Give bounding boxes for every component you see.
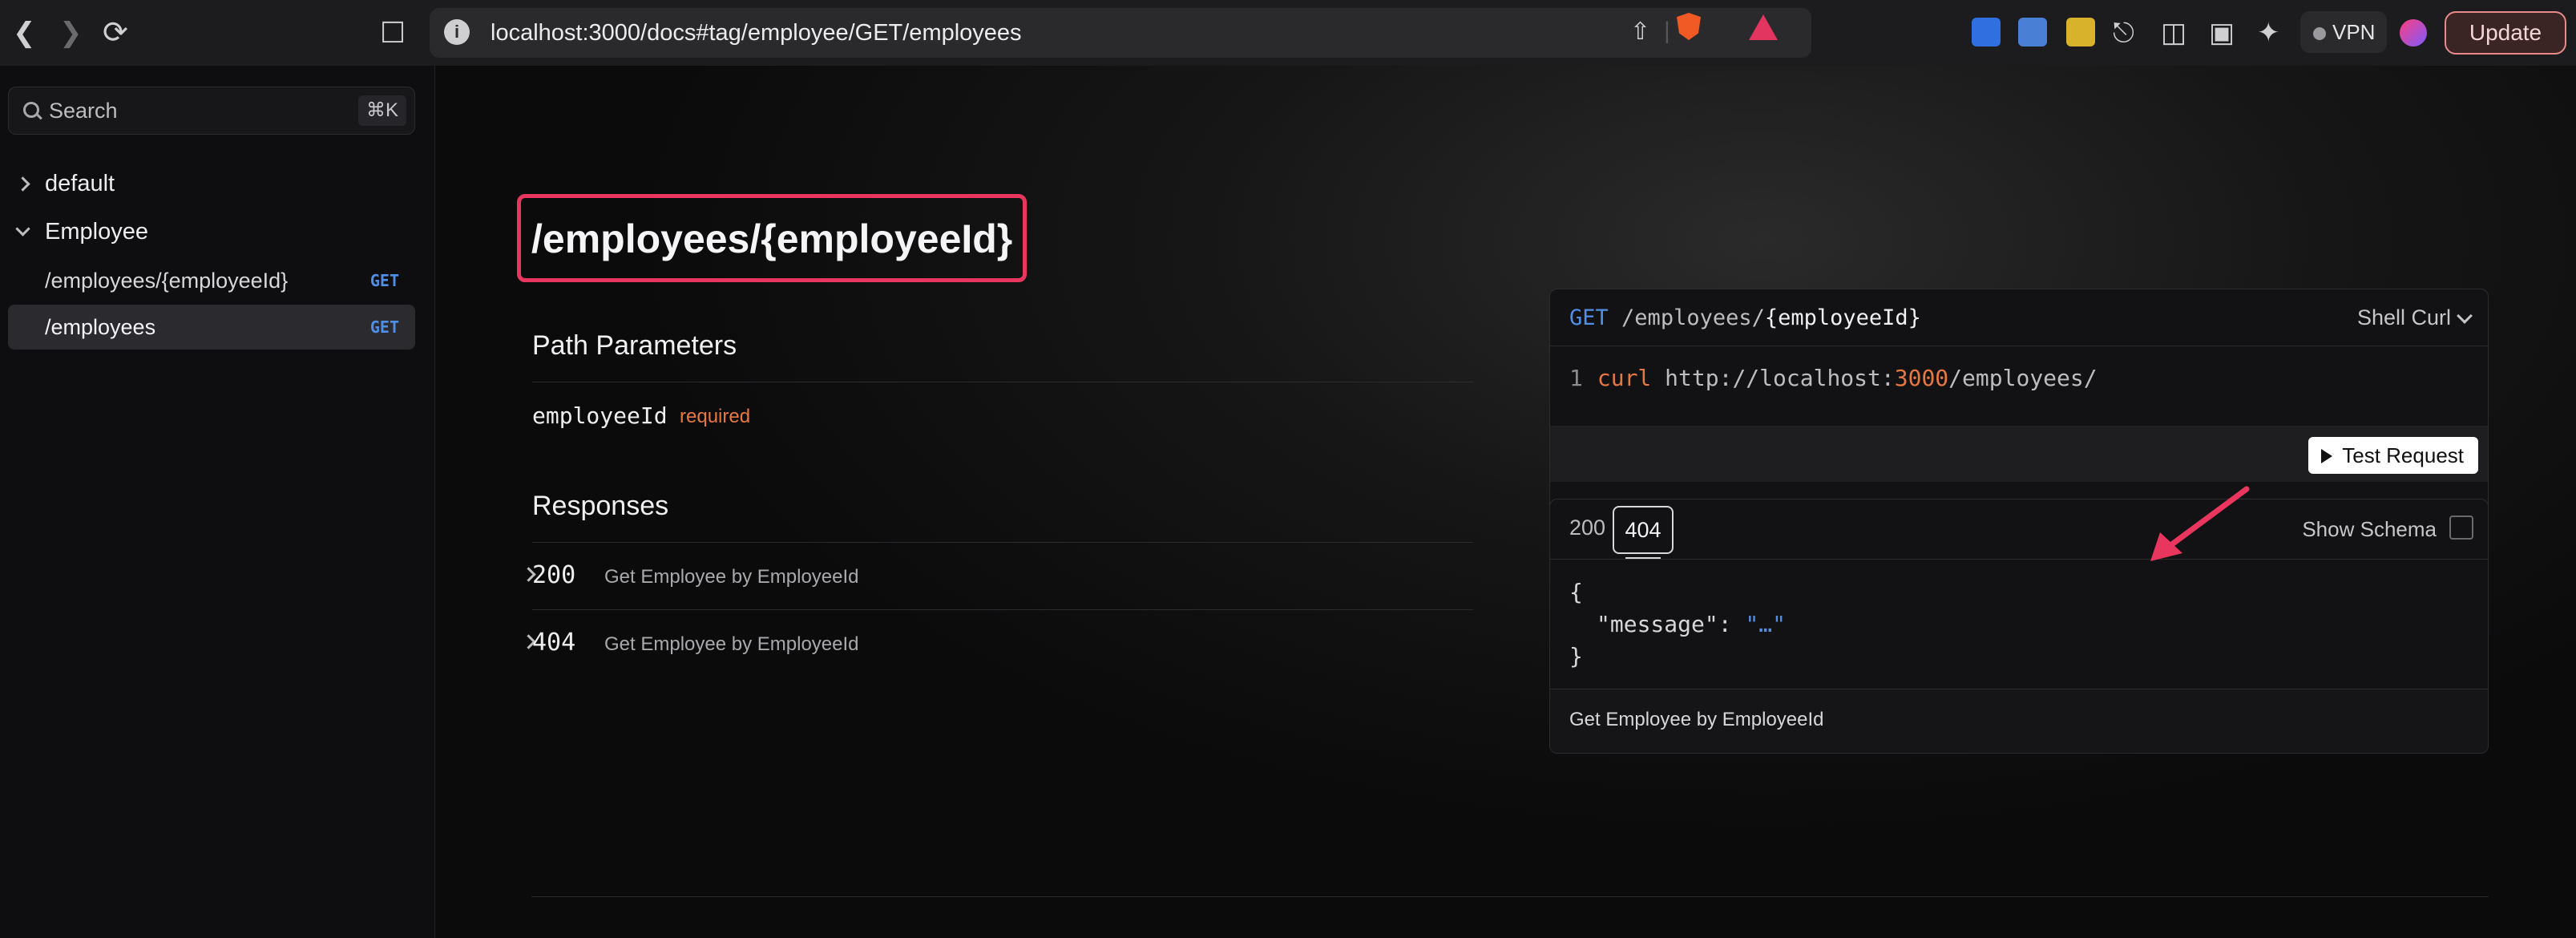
response-description: Get Employee by EmployeeId [604, 566, 859, 588]
sidebar-item-label: /employees [45, 315, 156, 339]
request-method: GET [1569, 305, 1609, 330]
sidebar-group-default[interactable]: default [0, 162, 434, 205]
back-icon[interactable]: ❮ [13, 0, 36, 66]
play-icon [2321, 449, 2333, 463]
sidebar-group-label: Employee [45, 219, 148, 245]
address-divider: | [1664, 18, 1670, 44]
translate-icon[interactable] [2018, 18, 2047, 46]
request-path: GET /employees/{employeeId} [1569, 305, 1921, 330]
code-port: 3000 [1894, 365, 1949, 391]
chevron-down-icon [2457, 308, 2473, 324]
tab-404[interactable]: 404 [1613, 506, 1674, 559]
browser-toolbar: ❮ ❯ ⟳ ☐ i localhost:3000/docs#tag/employ… [0, 0, 2576, 67]
request-card-header: GET /employees/{employeeId} Shell Curl [1550, 289, 2488, 346]
sidebar-item-employees[interactable]: /employees GET [8, 305, 415, 350]
address-bar[interactable]: i localhost:3000/docs#tag/employee/GET/e… [430, 8, 1811, 58]
json-value: "…" [1745, 611, 1787, 637]
divider [531, 896, 2489, 897]
vpn-button[interactable]: VPN [2300, 11, 2387, 53]
extension-icon-1[interactable] [1972, 18, 2001, 46]
page-title: /employees/{employeeId} [531, 216, 1013, 261]
sidebar-item-label: /employees/{employeeId} [45, 269, 289, 293]
reload-icon[interactable]: ⟳ [103, 0, 128, 66]
vpn-status-dot [2313, 27, 2326, 41]
sidebar: Search ⌘K default Employee /employees/{e… [0, 66, 435, 938]
test-request-label: Test Request [2342, 443, 2464, 467]
json-key: "message": [1597, 611, 1746, 637]
method-badge: GET [369, 271, 399, 290]
show-schema-label: Show Schema [2302, 517, 2437, 541]
request-code-block: 1 curl http://localhost:3000/employees/ [1569, 365, 2098, 391]
sidebar-toggle-icon[interactable]: ◫ [2161, 0, 2186, 66]
parameter-name: employeeId [532, 402, 668, 429]
sidebar-item-employee-by-id[interactable]: /employees/{employeeId} GET [8, 258, 415, 303]
site-info-icon[interactable]: i [444, 19, 470, 45]
required-badge: required [680, 406, 751, 427]
profile-avatar[interactable] [2400, 19, 2427, 46]
method-badge: GET [369, 317, 399, 337]
wallet-icon[interactable]: ▣ [2209, 0, 2235, 66]
language-label: Shell Curl [2356, 305, 2451, 330]
brave-rewards-icon[interactable] [1749, 14, 1778, 40]
response-row-404[interactable]: 404 Get Employee by EmployeeId [507, 609, 1473, 677]
request-footer-bar: Test Request [1550, 426, 2488, 482]
code-url-start: http://localhost: [1665, 365, 1895, 391]
show-schema-checkbox[interactable] [2449, 515, 2473, 540]
bookmark-icon[interactable]: ☐ [380, 0, 406, 66]
json-line: "message": "…" [1569, 608, 1786, 641]
tab-200[interactable]: 200 [1569, 515, 1605, 540]
address-url: localhost:3000/docs#tag/employee/GET/emp… [491, 20, 1022, 46]
search-placeholder: Search [49, 99, 118, 123]
sidebar-group-employee[interactable]: Employee [0, 210, 434, 253]
search-input[interactable]: Search ⌘K [8, 87, 415, 135]
json-close-brace: } [1569, 643, 1583, 669]
request-path-param: {employeeId} [1764, 305, 1921, 330]
responses-heading: Responses [532, 491, 669, 521]
path-parameters-heading: Path Parameters [532, 330, 737, 361]
response-code: 200 [532, 561, 576, 589]
response-example-card: 200 404 Show Schema { "message": "…" } G… [1549, 499, 2489, 754]
annotation-arrow-icon [2150, 486, 2250, 561]
line-number: 1 [1569, 365, 1583, 391]
code-command: curl [1597, 365, 1652, 391]
code-url-end: /employees/ [1948, 365, 2098, 391]
share-icon[interactable]: ⇧ [1630, 18, 1650, 46]
main-content: /employees/{employeeId} Path Parameters … [435, 66, 2576, 938]
json-open-brace: { [1569, 579, 1583, 605]
forward-icon[interactable]: ❯ [59, 0, 83, 66]
test-request-button[interactable]: Test Request [2308, 437, 2478, 474]
language-selector[interactable]: Shell Curl [2356, 305, 2473, 330]
vpn-label: VPN [2332, 20, 2376, 44]
extensions-puzzle-icon[interactable]: ⎋ [2113, 0, 2134, 66]
chevron-right-icon [15, 176, 30, 192]
response-code: 404 [532, 629, 576, 657]
chevron-down-icon [15, 221, 30, 237]
response-description-bar: Get Employee by EmployeeId [1550, 689, 2488, 753]
sidebar-group-label: default [45, 171, 115, 196]
response-row-200[interactable]: 200 Get Employee by EmployeeId [507, 542, 1473, 609]
request-path-prefix: /employees/ [1621, 305, 1765, 330]
response-tabs: 200 404 Show Schema [1550, 499, 2488, 560]
search-shortcut: ⌘K [357, 95, 406, 126]
search-icon [23, 102, 39, 118]
response-json-block: { "message": "…" } [1569, 576, 1786, 673]
response-description: Get Employee by EmployeeId [604, 633, 859, 655]
extension-icon-3[interactable] [2066, 18, 2095, 46]
update-button[interactable]: Update [2445, 11, 2566, 55]
response-card-description: Get Employee by EmployeeId [1569, 709, 1824, 730]
leo-ai-icon[interactable]: ✦ [2257, 0, 2280, 66]
